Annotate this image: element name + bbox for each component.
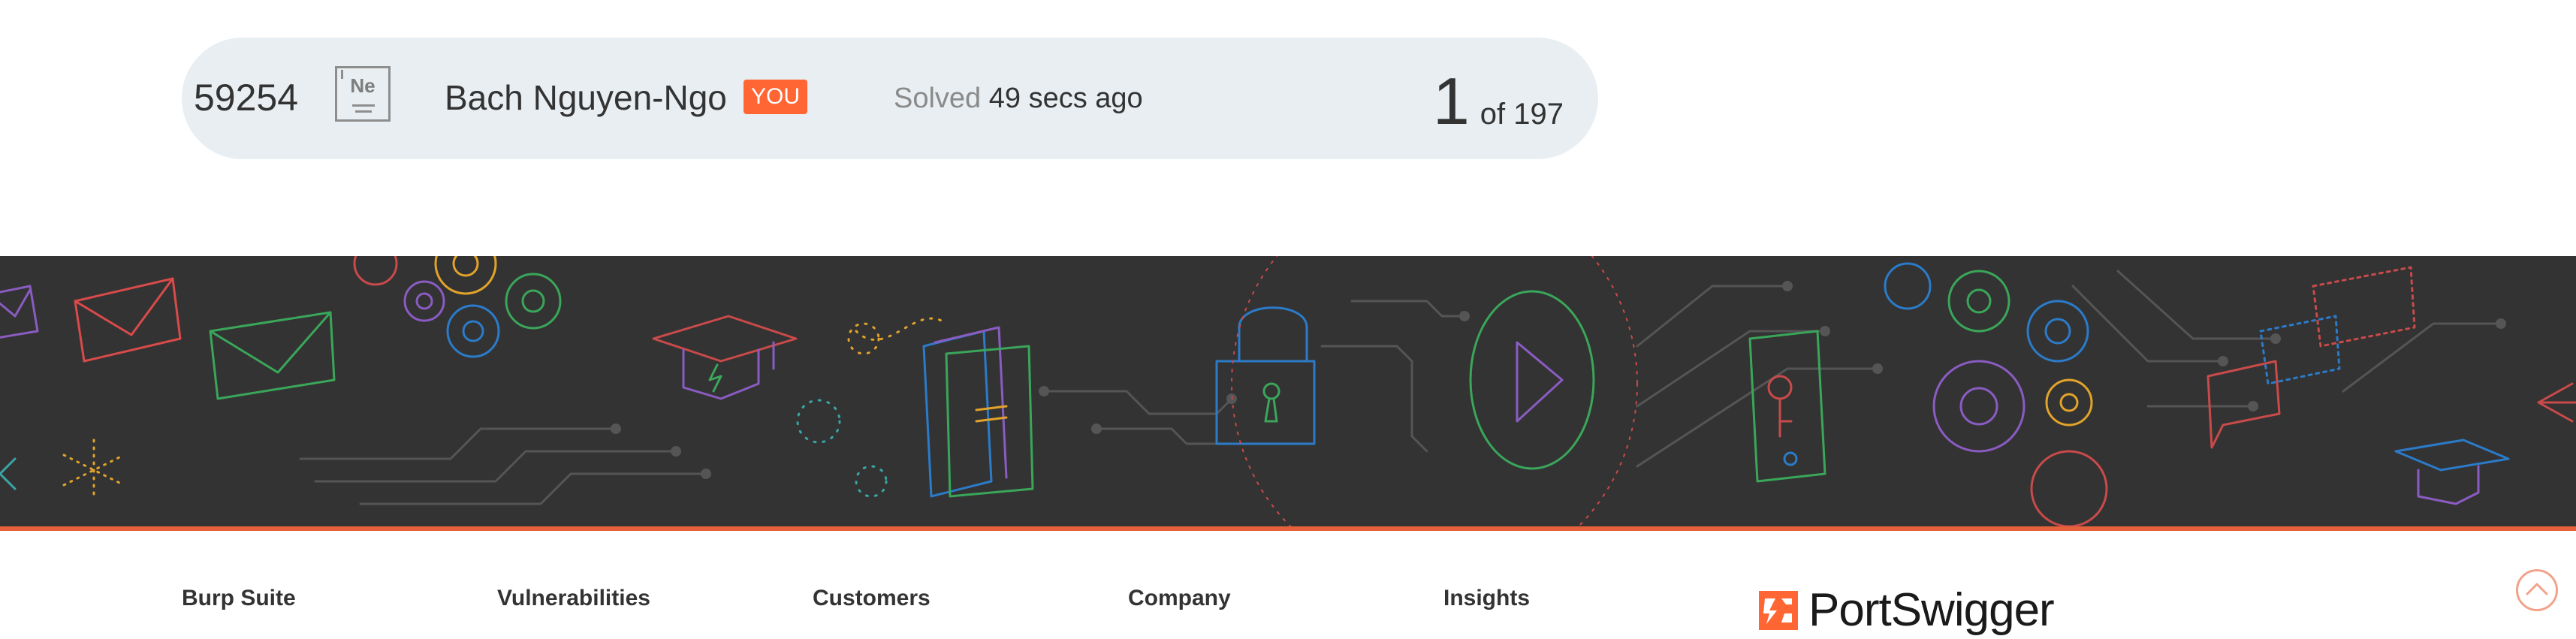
solved-label: Solved: [894, 83, 982, 114]
decorative-banner: [0, 256, 2576, 528]
footer-link-vulnerabilities[interactable]: Vulnerabilities: [497, 586, 813, 611]
user-name[interactable]: Bach Nguyen-Ngo: [445, 77, 727, 119]
footer-link-burp-suite[interactable]: Burp Suite: [182, 586, 497, 611]
footer-link-insights[interactable]: Insights: [1443, 586, 1759, 611]
solved-time: Solved 49 secs ago: [894, 81, 1143, 116]
level-badge-text: Ne: [350, 74, 376, 97]
footer-link-customers[interactable]: Customers: [813, 586, 1128, 611]
solved-time-value: 49 secs ago: [988, 83, 1143, 114]
footer-nav: Burp Suite Vulnerabilities Customers Com…: [182, 586, 1759, 611]
leaderboard-row: 59254 Ne Bach Nguyen-Ngo YOU Solved 49 s…: [182, 38, 1598, 159]
footer-link-company[interactable]: Company: [1128, 586, 1443, 611]
solve-position: 59254: [194, 77, 299, 119]
chevron-up-icon: [2526, 583, 2548, 595]
you-badge: YOU: [744, 80, 808, 114]
rank-number: 1: [1432, 64, 1470, 138]
rank-total: of 197: [1480, 98, 1564, 131]
brand-name: PortSwigger: [1808, 584, 2055, 636]
scroll-to-top-button[interactable]: [2516, 569, 2558, 611]
rank: 1 of 197: [1433, 60, 1564, 143]
portswigger-logo-icon: [1759, 591, 1798, 630]
portswigger-logo[interactable]: PortSwigger: [1759, 584, 2055, 636]
element-tile-icon: Ne: [335, 66, 391, 122]
banner-divider: [0, 526, 2576, 531]
